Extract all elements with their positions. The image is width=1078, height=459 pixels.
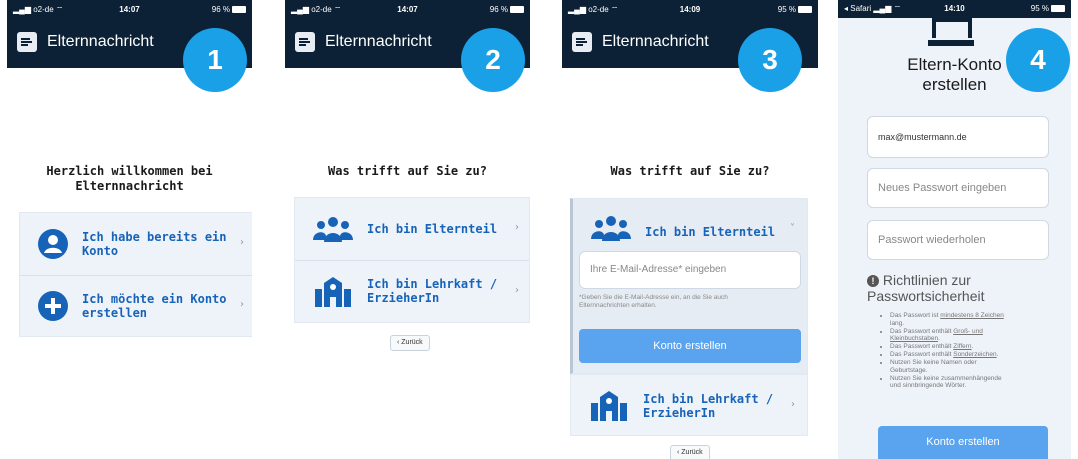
battery-icon <box>798 6 812 14</box>
rule-names: Nutzen Sie keine Namen oder Geburtstage. <box>890 359 1010 374</box>
status-bar: ◂ Safari ▂▄▆ ⌔ 14:10 95 % <box>838 0 1071 18</box>
chevron-right-icon: › <box>515 285 519 296</box>
option-create-account[interactable]: Ich möchte ein Konto erstellen › <box>20 276 252 338</box>
status-bar: ▂▄▆ o2-de ⌔ 14:09 95 % <box>568 3 812 17</box>
role-heading: Was trifft auf Sie zu? <box>328 164 487 178</box>
battery-indicator: 95 % <box>778 5 812 14</box>
battery-indicator: 96 % <box>490 5 524 14</box>
step-badge: 2 <box>461 28 525 92</box>
option-label: Ich habe bereits ein Konto <box>82 230 227 258</box>
menu-icon[interactable] <box>17 32 37 52</box>
back-button[interactable]: ‹ Zurück <box>670 445 710 459</box>
step-badge: 3 <box>738 28 802 92</box>
repeat-password-field[interactable]: Passwort wiederholen <box>867 220 1049 260</box>
menu-icon[interactable] <box>295 32 315 52</box>
new-password-field[interactable]: Neues Passwort eingeben <box>867 168 1049 208</box>
laptop-illustration <box>928 18 974 46</box>
carrier-label: ▂▄▆ o2-de ⌔ <box>568 5 619 14</box>
battery-icon <box>510 6 524 14</box>
battery-indicator: 96 % <box>212 5 246 14</box>
role-heading: Was trifft auf Sie zu? <box>610 164 770 178</box>
carrier-label: ◂ Safari ▂▄▆ ⌔ <box>844 4 902 13</box>
family-icon <box>313 217 353 242</box>
status-bar: ▂▄▆ o2-de ⌔ 14:07 96 % <box>13 3 246 17</box>
option-label: Ich bin Elternteil <box>645 225 776 239</box>
carrier-label: ▂▄▆ o2-de ⌔ <box>13 5 64 14</box>
option-label: Ich bin Lehrkaft / ErzieherIn <box>367 277 498 305</box>
battery-icon <box>232 6 246 14</box>
back-button[interactable]: ‹ Zurück <box>390 335 430 351</box>
family-icon <box>591 216 631 241</box>
screen-parent-email: ▂▄▆ o2-de ⌔ 14:09 95 % Elternnachricht 3… <box>562 0 818 459</box>
option-has-account[interactable]: Ich habe bereits ein Konto › <box>20 213 252 275</box>
chevron-right-icon: › <box>515 222 519 233</box>
option-parent[interactable]: Ich bin Elternteil › <box>295 198 529 260</box>
password-rules-list: Das Passwort ist mindestens 8 Zeichen la… <box>890 312 1010 390</box>
step-badge: 4 <box>1006 28 1070 92</box>
email-input[interactable]: Ihre E-Mail-Adresse* eingeben <box>579 251 801 289</box>
plus-icon <box>38 291 68 321</box>
option-label: Ich möchte ein Konto erstellen <box>82 292 227 320</box>
parent-expanded-card: Ich bin Elternteil ˅ Ihre E-Mail-Adresse… <box>570 198 808 374</box>
create-account-button[interactable]: Konto erstellen <box>579 329 801 363</box>
screen-role-select: ▂▄▆ o2-de ⌔ 14:07 96 % Elternnachricht 2… <box>285 0 530 459</box>
status-time: 14:07 <box>119 5 140 14</box>
chevron-down-icon: ˅ <box>790 223 795 234</box>
rule-digits: Das Passwort enthält Ziffern. <box>890 343 1010 351</box>
teacher-card: Ich bin Lehrkaft / ErzieherIn › <box>570 374 808 436</box>
info-icon: ! <box>867 275 879 288</box>
rule-length: Das Passwort ist mindestens 8 Zeichen la… <box>890 312 1010 327</box>
email-field[interactable]: max@mustermann.de <box>867 116 1049 158</box>
chevron-right-icon: › <box>240 237 244 248</box>
screen-create-account: ◂ Safari ▂▄▆ ⌔ 14:10 95 % 4 Eltern-Konto… <box>838 0 1071 459</box>
rule-words: Nutzen Sie keine zusammenhängende und si… <box>890 375 1010 390</box>
option-teacher[interactable]: Ich bin Lehrkaft / ErzieherIn › <box>571 375 807 437</box>
chevron-right-icon: › <box>240 299 244 310</box>
status-time: 14:07 <box>397 5 418 14</box>
step-badge: 1 <box>183 28 247 92</box>
app-title: Elternnachricht <box>602 33 709 50</box>
status-bar: ▂▄▆ o2-de ⌔ 14:07 96 % <box>291 3 524 17</box>
rule-case: Das Passwort enthält Groß- und Kleinbuch… <box>890 328 1010 343</box>
user-icon <box>38 229 68 259</box>
status-time: 14:10 <box>944 4 965 13</box>
options-card: Ich habe bereits ein Konto › Ich möchte … <box>19 212 252 337</box>
password-rules-title: ! Richtlinien zur Passwortsicherheit <box>867 272 985 304</box>
school-icon <box>591 391 627 421</box>
chevron-right-icon: › <box>791 399 795 410</box>
app-title: Elternnachricht <box>47 33 154 50</box>
menu-icon[interactable] <box>572 32 592 52</box>
option-label: Ich bin Lehrkaft / ErzieherIn <box>643 392 774 420</box>
school-icon <box>315 277 351 307</box>
role-card: Ich bin Elternteil › Ich bin Lehrkaft / … <box>294 197 530 323</box>
email-note: *Geben Sie die E-Mail-Adresse ein, an di… <box>579 294 728 309</box>
status-time: 14:09 <box>679 5 701 14</box>
battery-indicator: 95 % <box>1031 4 1065 13</box>
option-teacher[interactable]: Ich bin Lehrkaft / ErzieherIn › <box>295 261 529 324</box>
rule-special: Das Passwort enthält Sonderzeichen. <box>890 351 1010 359</box>
create-account-button[interactable]: Konto erstellen <box>878 426 1048 459</box>
battery-icon <box>1051 5 1065 13</box>
carrier-label: ▂▄▆ o2-de ⌔ <box>291 5 342 14</box>
option-label: Ich bin Elternteil <box>367 222 498 236</box>
screen-welcome: ▂▄▆ o2-de ⌔ 14:07 96 % Elternnachricht 1… <box>7 0 252 459</box>
app-title: Elternnachricht <box>325 33 432 50</box>
option-parent[interactable]: Ich bin Elternteil ˅ <box>573 199 807 249</box>
welcome-heading: Herzlich willkommen bei Elternnachricht <box>46 164 213 193</box>
